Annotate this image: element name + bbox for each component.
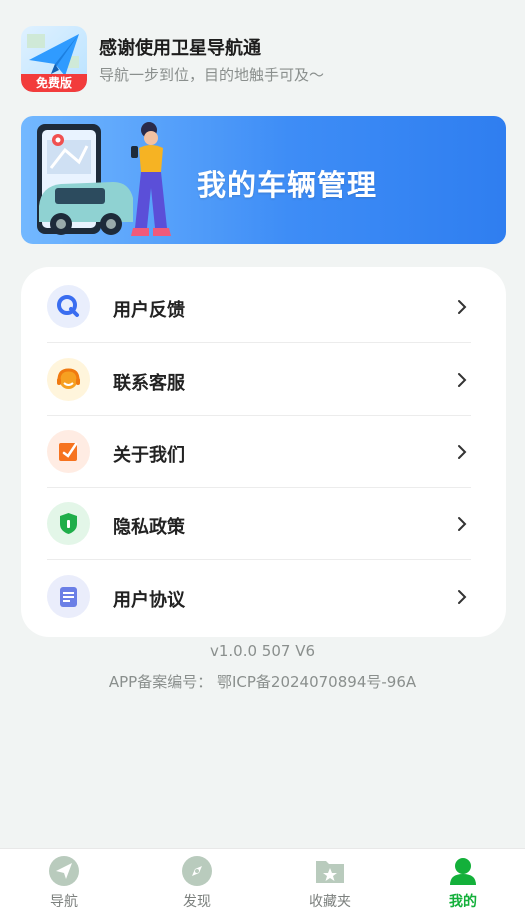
menu-item-label: 关于我们: [113, 445, 185, 466]
menu-item-feedback[interactable]: 用户反馈: [47, 271, 471, 343]
menu-item-label: 隐私政策: [113, 517, 185, 538]
chevron-right-icon: [458, 445, 467, 459]
app-title: 感谢使用卫星导航通: [99, 38, 261, 59]
customer-service-icon: [47, 358, 90, 401]
bottom-tab-bar: 导航 发现 收藏夹 我的: [0, 848, 525, 916]
navigation-icon: [49, 856, 79, 886]
chevron-right-icon: [458, 590, 467, 604]
divider: [47, 342, 471, 343]
compass-icon: [182, 856, 212, 886]
banner-title: 我的车辆管理: [197, 168, 378, 202]
about-icon: [47, 430, 90, 473]
chevron-right-icon: [458, 300, 467, 314]
menu-item-label: 联系客服: [113, 373, 185, 394]
chevron-right-icon: [458, 373, 467, 387]
app-version: v1.0.0 507 V6: [209, 642, 315, 660]
icp-record: APP备案编号： 鄂ICP备2024070894号-96A: [108, 673, 417, 691]
vehicle-management-banner[interactable]: 我的车辆管理: [21, 116, 506, 244]
divider: [47, 559, 471, 560]
tab-label: 收藏夹: [309, 894, 351, 910]
menu-item-agreement[interactable]: 用户协议: [47, 561, 471, 633]
menu-item-customer-service[interactable]: 联系客服: [47, 344, 471, 416]
privacy-shield-icon: [47, 502, 90, 545]
menu-card: 用户反馈 联系客服 关于我们 隐私政策 用户协议: [21, 267, 506, 637]
menu-item-about[interactable]: 关于我们: [47, 416, 471, 488]
tab-favorites[interactable]: 收藏夹: [280, 849, 380, 916]
menu-item-privacy[interactable]: 隐私政策: [47, 488, 471, 560]
tab-profile[interactable]: 我的: [413, 849, 513, 916]
tab-navigation[interactable]: 导航: [14, 849, 114, 916]
menu-item-label: 用户协议: [113, 590, 185, 611]
profile-icon: [450, 858, 476, 885]
tab-label: 导航: [50, 894, 78, 910]
logo-badge: 免费版: [21, 74, 87, 92]
app-header: 免费版 感谢使用卫星导航通 导航一步到位，目的地触手可及～: [21, 24, 501, 94]
favorites-folder-icon: [316, 861, 344, 883]
menu-item-label: 用户反馈: [113, 300, 185, 321]
app-logo: 免费版: [21, 26, 87, 92]
tab-label: 发现: [183, 894, 211, 910]
app-subtitle: 导航一步到位，目的地触手可及～: [99, 66, 325, 84]
feedback-icon: [47, 285, 90, 328]
tab-discover[interactable]: 发现: [147, 849, 247, 916]
tab-label: 我的: [449, 894, 477, 910]
phone-car-illustration: [37, 122, 171, 236]
agreement-document-icon: [47, 575, 90, 618]
chevron-right-icon: [458, 517, 467, 531]
